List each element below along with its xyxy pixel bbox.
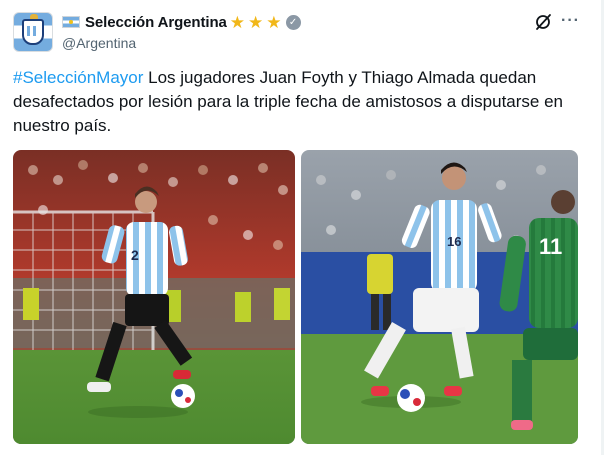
afa-crest-icon bbox=[22, 14, 44, 45]
tweet-card[interactable]: Selección Argentina ★ ★ ★ ✓ @Argentina ·… bbox=[0, 0, 604, 455]
argentina-flag-icon bbox=[62, 16, 80, 28]
display-name[interactable]: Selección Argentina bbox=[85, 14, 227, 31]
star-icon: ★ bbox=[229, 12, 246, 32]
avatar[interactable] bbox=[13, 12, 53, 52]
verified-badge-icon[interactable]: ✓ bbox=[285, 14, 301, 30]
jersey-number: 16 bbox=[447, 234, 461, 249]
photo-player-16-dribbling[interactable]: 16 11 bbox=[301, 150, 578, 444]
grok-icon[interactable] bbox=[534, 13, 552, 31]
star-icon: ★ bbox=[248, 12, 264, 32]
account-handle[interactable]: @Argentina bbox=[62, 35, 301, 51]
photo-player-2-dribbling[interactable]: 2 bbox=[13, 150, 295, 444]
more-options-icon[interactable]: ··· bbox=[561, 13, 579, 31]
star-icon: ★ bbox=[266, 12, 282, 32]
tweet-text: #SelecciónMayor Los jugadores Juan Foyth… bbox=[13, 66, 589, 138]
tweet-header: Selección Argentina ★ ★ ★ ✓ @Argentina bbox=[62, 12, 301, 52]
name-row: Selección Argentina ★ ★ ★ ✓ bbox=[62, 12, 301, 32]
opponent-jersey-number: 11 bbox=[539, 234, 562, 259]
hashtag-link[interactable]: #SelecciónMayor bbox=[13, 68, 143, 87]
jersey-number: 2 bbox=[131, 247, 139, 263]
